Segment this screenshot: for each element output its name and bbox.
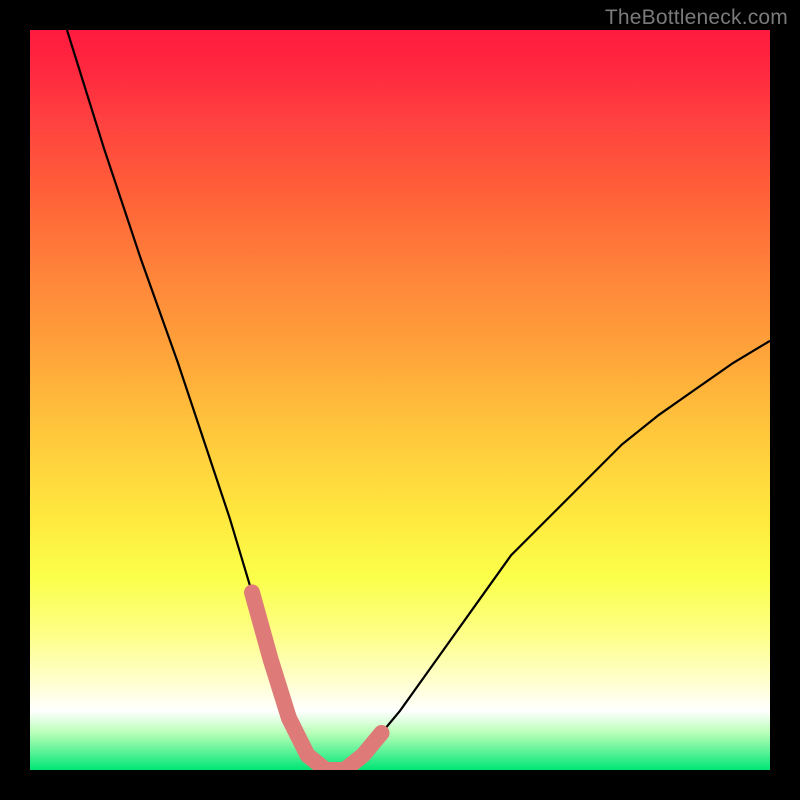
- watermark-text: TheBottleneck.com: [605, 6, 788, 30]
- curve-layer: [30, 30, 770, 770]
- highlight-band-path: [252, 592, 382, 770]
- bottleneck-curve-path: [67, 30, 770, 770]
- plot-area: [30, 30, 770, 770]
- chart-frame: TheBottleneck.com: [0, 0, 800, 800]
